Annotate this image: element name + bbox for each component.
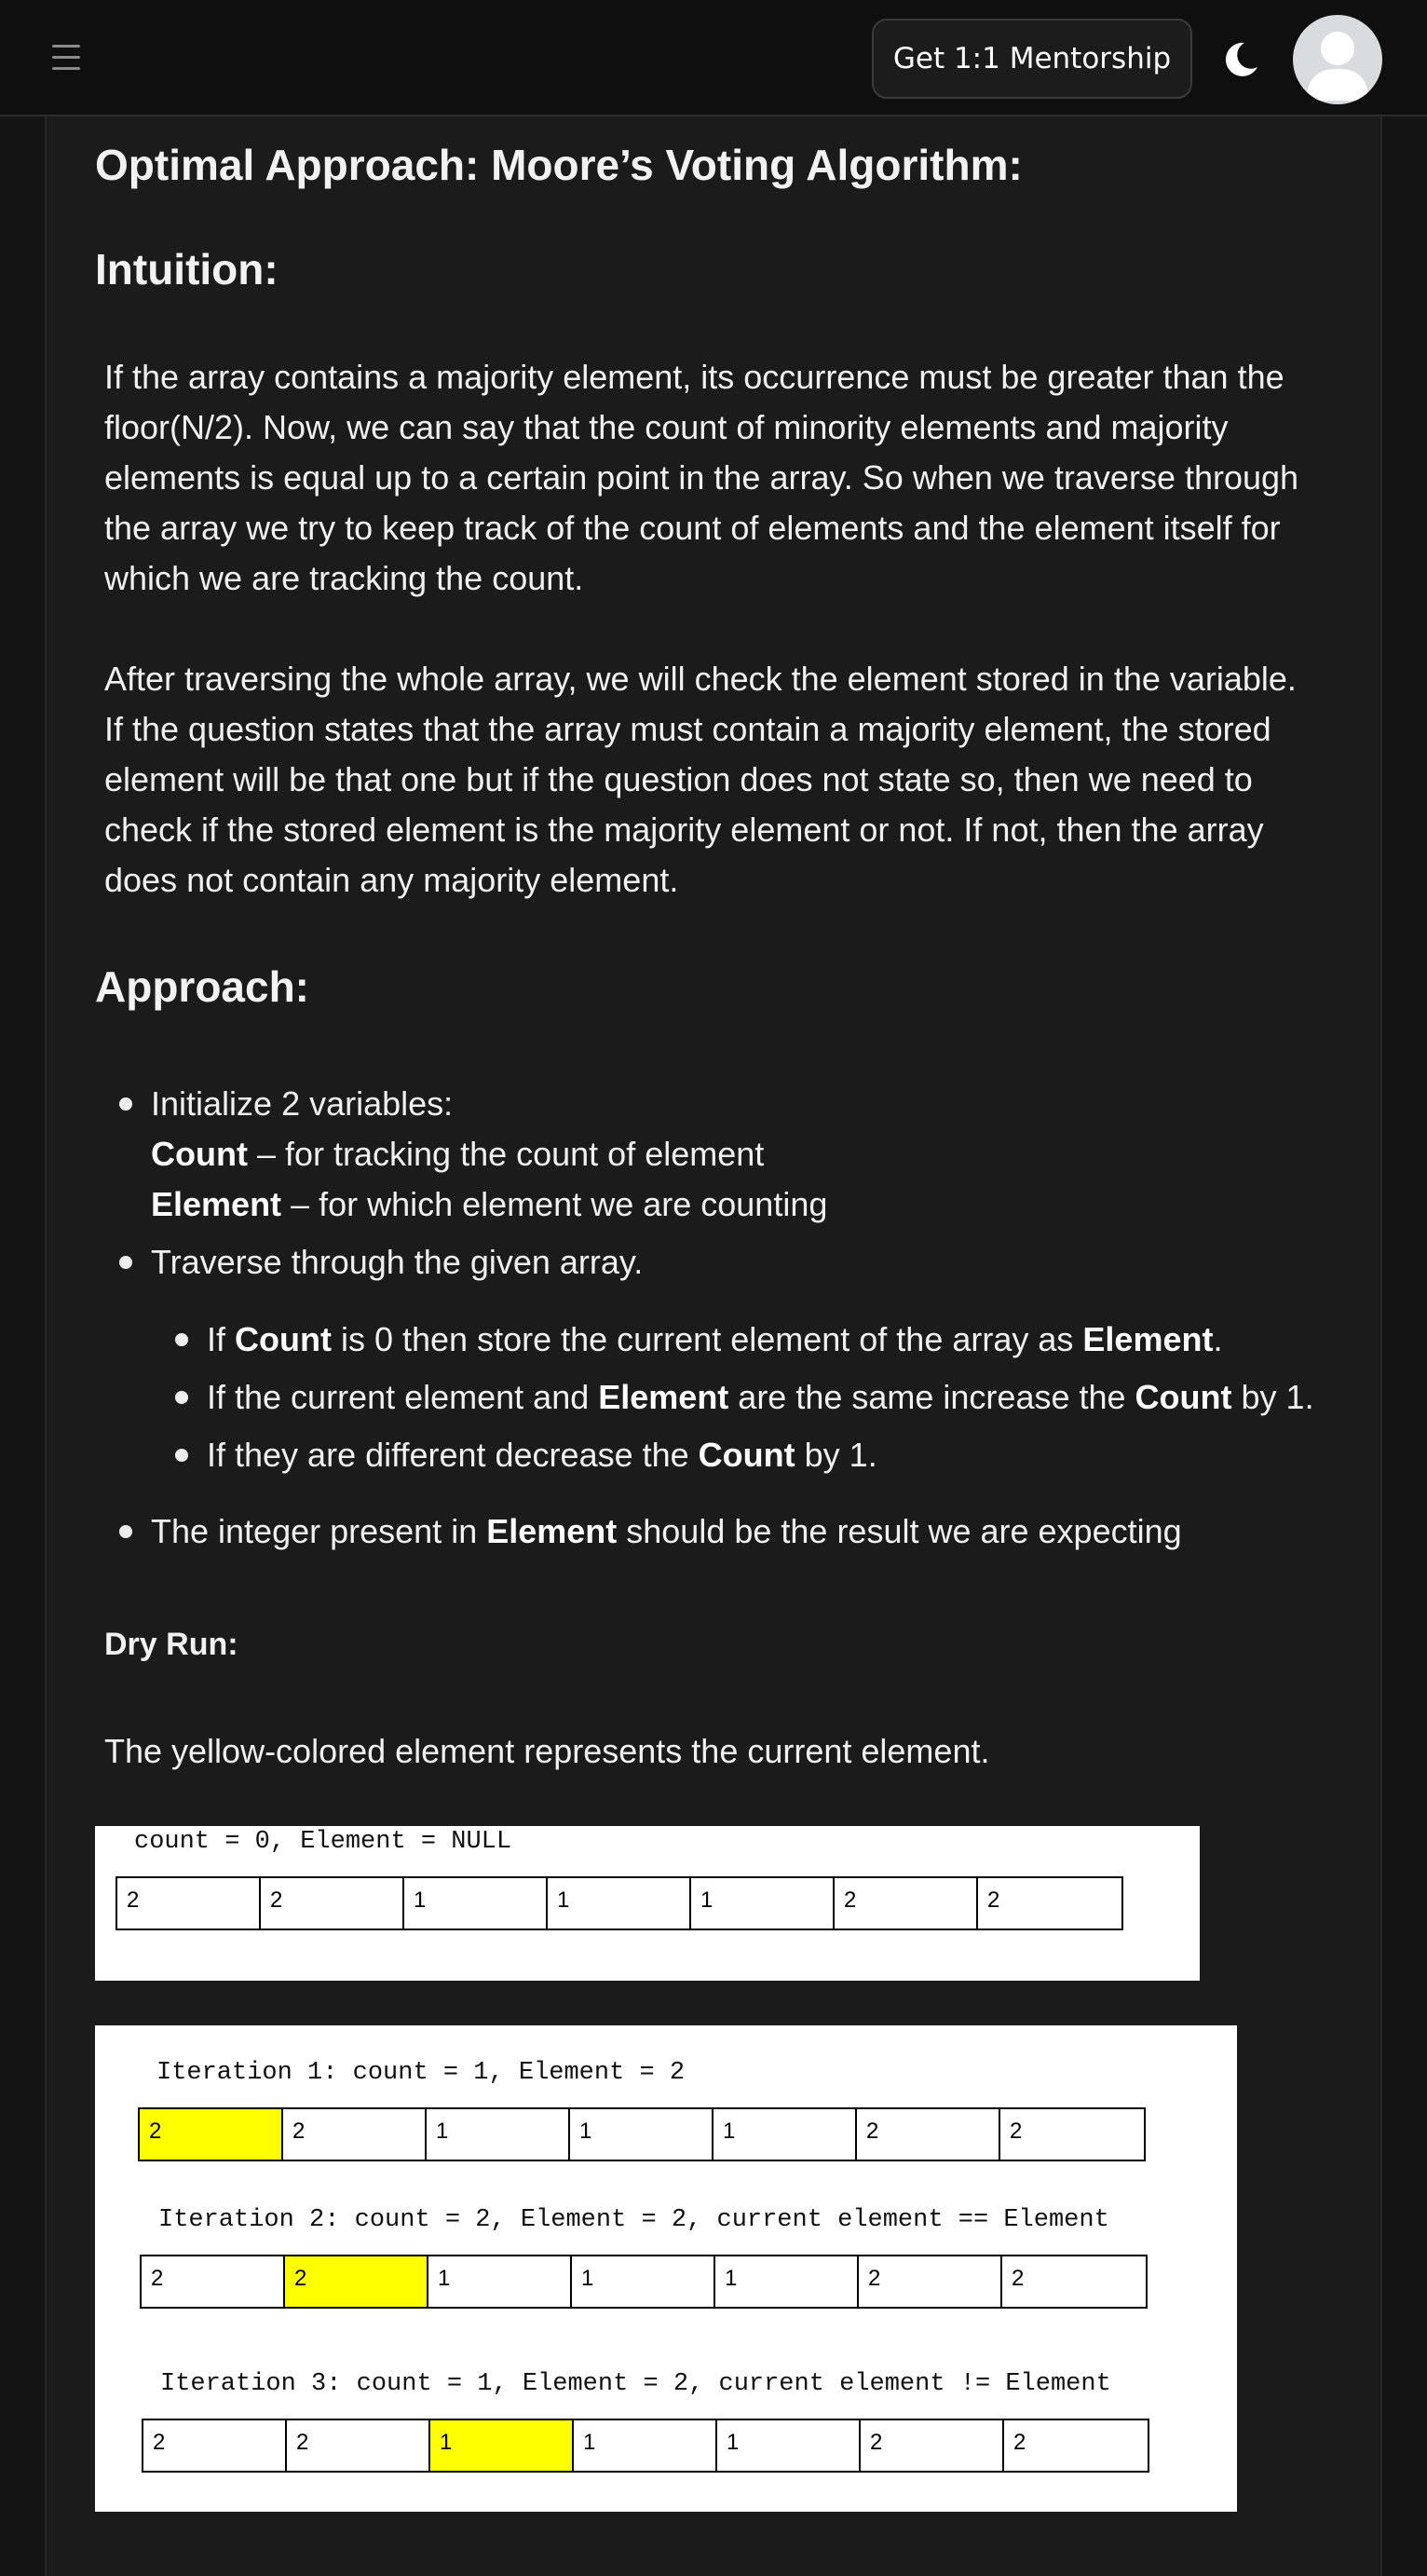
sub-bullet-dot <box>175 1449 188 1462</box>
dry-run-heading: Dry Run: <box>104 1627 238 1662</box>
array-cell: 2 <box>117 1878 261 1929</box>
array-cell: 2 <box>861 2420 1004 2471</box>
array-cell-current: 2 <box>285 2256 428 2307</box>
sub-bullet-same: If the current element and Element are t… <box>207 1372 1314 1423</box>
sub-bullet-dot <box>175 1333 188 1346</box>
bold-text: Count <box>698 1436 795 1474</box>
text: are the same increase the <box>728 1378 1135 1416</box>
bold-text: Count <box>1135 1378 1232 1416</box>
array-cell: 1 <box>404 1878 548 1929</box>
text: . <box>1213 1320 1223 1358</box>
array-cell-current: 2 <box>140 2109 283 2160</box>
intuition-heading: Intuition: <box>95 245 279 293</box>
iteration-3-caption: Iteration 3: count = 1, Element = 2, cur… <box>160 2370 1111 2398</box>
text: If <box>207 1320 236 1358</box>
text: If the current element and <box>207 1378 599 1416</box>
iteration-1-caption: Iteration 1: count = 1, Element = 2 <box>156 2059 686 2087</box>
bullet-result: The integer present in Element should be… <box>151 1506 1182 1557</box>
iteration-2-caption: Iteration 2: count = 2, Element = 2, cur… <box>158 2206 1109 2234</box>
user-avatar-icon[interactable] <box>1293 15 1382 104</box>
top-nav-bar: Get 1:1 Mentorship <box>0 0 1427 116</box>
array-cell: 1 <box>691 1878 835 1929</box>
array-cell: 2 <box>261 1878 404 1929</box>
array-cell: 1 <box>427 2109 570 2160</box>
sub-bullet-count-zero: If Count is 0 then store the current ele… <box>207 1315 1222 1365</box>
array-cell: 2 <box>143 2420 287 2471</box>
array-cell: 2 <box>283 2109 427 2160</box>
initial-array: 2 2 1 1 1 2 2 <box>116 1876 1123 1930</box>
bold-text: Count <box>235 1320 332 1358</box>
dry-run-note: The yellow-colored element represents th… <box>104 1732 990 1770</box>
bullet-traverse: Traverse through the given array. <box>151 1243 644 1281</box>
bullet-initialize: Initialize 2 variables: Count – for trac… <box>151 1079 827 1230</box>
intuition-paragraph-1: If the array contains a majority element… <box>104 358 1299 597</box>
bullet-count-line: Count – for tracking the count of elemen… <box>151 1129 827 1179</box>
text: by 1. <box>1231 1378 1314 1416</box>
element-desc: – for which element we are counting <box>281 1185 828 1223</box>
array-cell-current: 1 <box>430 2420 574 2471</box>
sub-bullet-different: If they are different decrease the Count… <box>207 1430 877 1480</box>
bold-text: Element <box>486 1512 618 1550</box>
initial-state-figure: count = 0, Element = NULL 2 2 1 1 1 2 2 <box>95 1826 1200 1981</box>
sub-bullet-dot <box>175 1391 188 1404</box>
bullet-dot <box>119 1256 132 1269</box>
array-cell: 2 <box>987 1888 1000 1913</box>
hamburger-icon[interactable] <box>48 41 86 75</box>
bullet-element-line: Element – for which element we are count… <box>151 1179 827 1230</box>
initial-caption: count = 0, Element = NULL <box>134 1828 512 1856</box>
count-desc: – for tracking the count of element <box>247 1135 765 1173</box>
intuition-paragraph-2: After traversing the whole array, we wil… <box>104 660 1297 899</box>
bullet-dot <box>119 1525 132 1538</box>
iteration-2-array: 2 2 1 1 1 2 2 <box>140 2255 1148 2309</box>
array-cell: 2 <box>1013 2430 1026 2455</box>
array-cell: 1 <box>548 1878 691 1929</box>
text: should be the result we are expecting <box>617 1512 1182 1550</box>
text: If they are different decrease the <box>207 1436 699 1474</box>
iteration-1-array: 2 2 1 1 1 2 2 <box>138 2107 1146 2161</box>
bullet-dot <box>119 1097 132 1111</box>
array-cell: 1 <box>574 2420 717 2471</box>
bold-text: Element <box>598 1378 729 1416</box>
array-cell: 1 <box>570 2109 714 2160</box>
array-cell: 2 <box>287 2420 430 2471</box>
iterations-figure: Iteration 1: count = 1, Element = 2 2 2 … <box>95 2025 1237 2512</box>
array-cell: 1 <box>572 2256 715 2307</box>
array-cell: 2 <box>857 2109 1000 2160</box>
text: The integer present in <box>151 1512 487 1550</box>
array-cell: 1 <box>714 2109 857 2160</box>
text: is 0 then store the current element of t… <box>331 1320 1083 1358</box>
array-cell: 2 <box>1010 2119 1023 2144</box>
iteration-3-array: 2 2 1 1 1 2 2 <box>142 2419 1149 2473</box>
bold-text: Element <box>1082 1320 1214 1358</box>
array-cell: 2 <box>142 2256 285 2307</box>
count-label: Count <box>151 1135 248 1173</box>
page-title: Optimal Approach: Moore’s Voting Algorit… <box>95 141 1023 189</box>
array-cell: 2 <box>835 1878 978 1929</box>
array-cell: 1 <box>715 2256 859 2307</box>
element-label: Element <box>151 1185 282 1223</box>
array-cell: 1 <box>717 2420 861 2471</box>
array-cell: 2 <box>859 2256 1002 2307</box>
text: by 1. <box>795 1436 877 1474</box>
array-cell: 1 <box>428 2256 572 2307</box>
array-cell: 2 <box>1012 2266 1025 2291</box>
bullet-initialize-text: Initialize 2 variables: <box>151 1084 454 1123</box>
get-mentorship-button[interactable]: Get 1:1 Mentorship <box>872 19 1192 99</box>
approach-heading: Approach: <box>95 962 309 1011</box>
moon-icon[interactable] <box>1220 39 1261 80</box>
